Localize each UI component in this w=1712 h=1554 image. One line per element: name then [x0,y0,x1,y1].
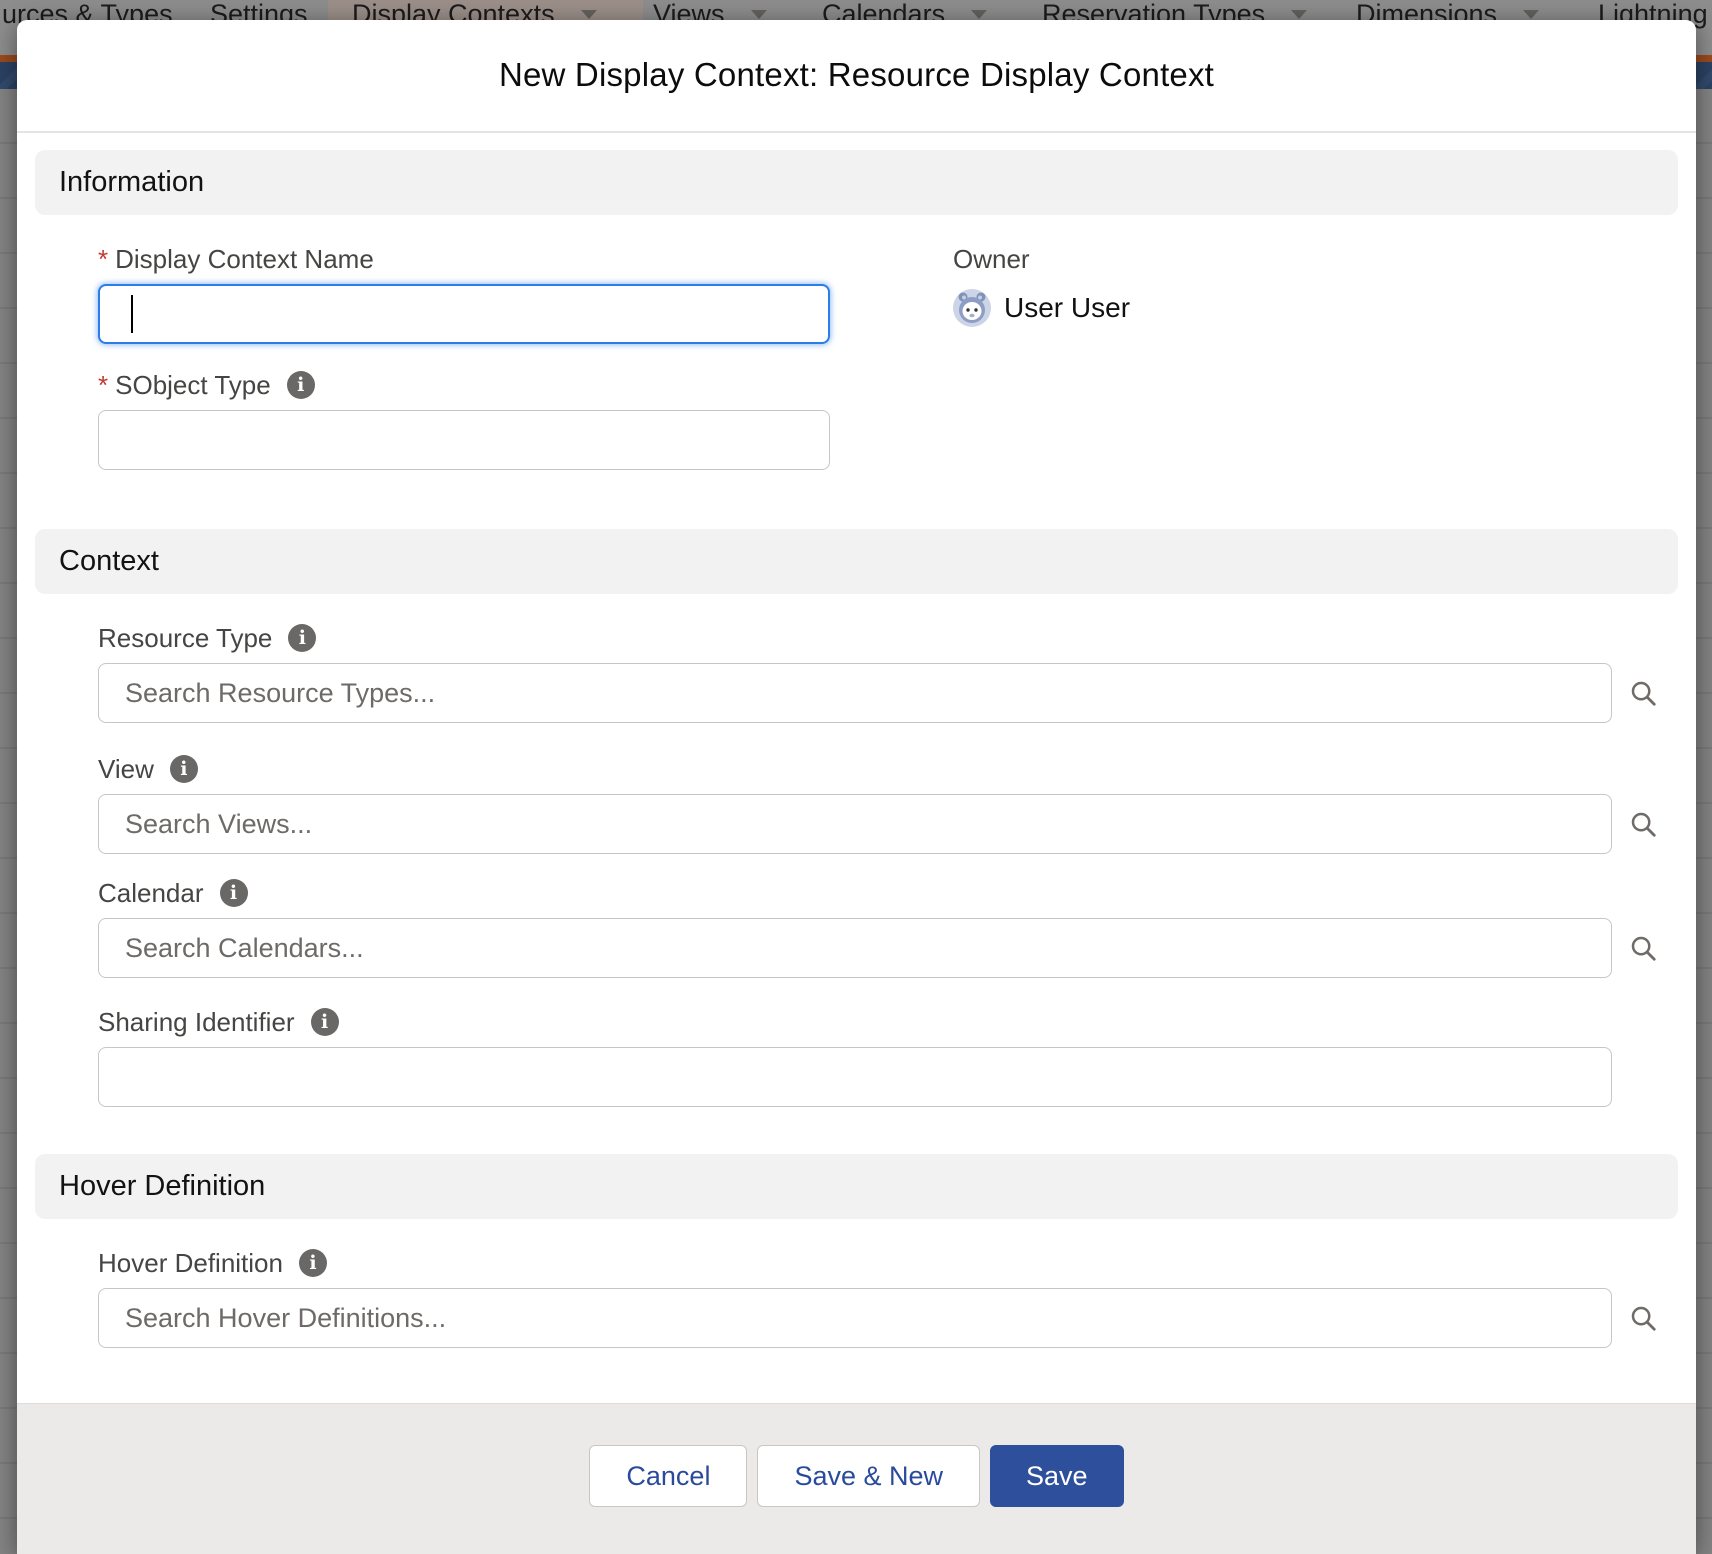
owner-value-row: User User [953,289,1130,327]
field-resource-type: Resource Type i [98,624,1678,723]
calendar-lookup-wrap [98,918,1678,978]
sobject-type-input-wrap [98,410,1678,470]
owner-label: Owner [953,245,1130,273]
new-display-context-modal: New Display Context: Resource Display Co… [17,20,1696,1554]
section-header-context: Context [35,529,1678,594]
field-sobject-type: * SObject Type i [98,371,1678,470]
text-cursor [131,295,133,333]
chevron-down-icon [1291,10,1307,19]
section-heading-text: Hover Definition [59,1170,265,1203]
search-icon [1628,1303,1658,1333]
required-asterisk: * [98,370,108,401]
display-context-name-input[interactable] [98,284,830,344]
hover-definition-search-input[interactable] [98,1288,1612,1348]
user-avatar [953,289,991,327]
search-icon [1628,678,1658,708]
label-text: Sharing Identifier [98,1007,295,1038]
modal-title: New Display Context: Resource Display Co… [17,20,1696,94]
section-header-information: Information [35,150,1678,215]
modal-footer: Cancel Save & New Save [17,1403,1696,1554]
field-sharing-identifier: Sharing Identifier i [98,1008,1678,1107]
sharing-identifier-input[interactable] [98,1047,1612,1107]
calendar-search-input[interactable] [98,918,1612,978]
hover-definition-lookup-wrap [98,1288,1678,1348]
view-label: View i [98,755,1678,783]
info-icon[interactable]: i [287,371,315,399]
info-icon[interactable]: i [170,755,198,783]
calendar-label: Calendar i [98,879,1678,907]
label-text: Calendar [98,878,204,909]
search-icon [1628,809,1658,839]
owner-value: User User [1004,292,1130,324]
label-text: View [98,754,154,785]
search-icon [1628,933,1658,963]
section-header-hover-definition: Hover Definition [35,1154,1678,1219]
display-context-name-label: * Display Context Name [98,245,1678,273]
label-text: Resource Type [98,623,272,654]
section-heading-text: Context [59,545,159,578]
hover-definition-label: Hover Definition i [98,1249,1678,1277]
chevron-down-icon [971,10,987,19]
info-icon[interactable]: i [288,624,316,652]
resource-type-search-input[interactable] [98,663,1612,723]
display-context-name-input-wrap [98,284,1678,344]
field-display-context-name: * Display Context Name Owner [98,245,1678,344]
sobject-type-input[interactable] [98,410,830,470]
chevron-down-icon [1523,10,1539,19]
label-text: Display Context Name [115,244,374,275]
field-view: View i [98,755,1678,854]
save-button[interactable]: Save [990,1445,1124,1507]
label-text: Owner [953,244,1030,275]
sobject-type-label: * SObject Type i [98,371,1678,399]
field-calendar: Calendar i [98,879,1678,978]
required-asterisk: * [98,244,108,275]
info-icon[interactable]: i [299,1249,327,1277]
chevron-down-icon [581,10,597,19]
info-icon[interactable]: i [311,1008,339,1036]
info-icon[interactable]: i [220,879,248,907]
sharing-identifier-input-wrap [98,1047,1678,1107]
cancel-button[interactable]: Cancel [589,1445,747,1507]
label-text: SObject Type [115,370,271,401]
modal-header: New Display Context: Resource Display Co… [17,20,1696,133]
resource-type-label: Resource Type i [98,624,1678,652]
label-text: Hover Definition [98,1248,283,1279]
chevron-down-icon [751,10,767,19]
save-and-new-button[interactable]: Save & New [757,1445,980,1507]
field-hover-definition: Hover Definition i [98,1249,1678,1348]
modal-content: Information * Display Context Name Owner [35,135,1678,1348]
section-heading-text: Information [59,166,204,199]
view-lookup-wrap [98,794,1678,854]
owner-field: Owner User User [953,245,1130,327]
sharing-identifier-label: Sharing Identifier i [98,1008,1678,1036]
view-search-input[interactable] [98,794,1612,854]
resource-type-lookup-wrap [98,663,1678,723]
